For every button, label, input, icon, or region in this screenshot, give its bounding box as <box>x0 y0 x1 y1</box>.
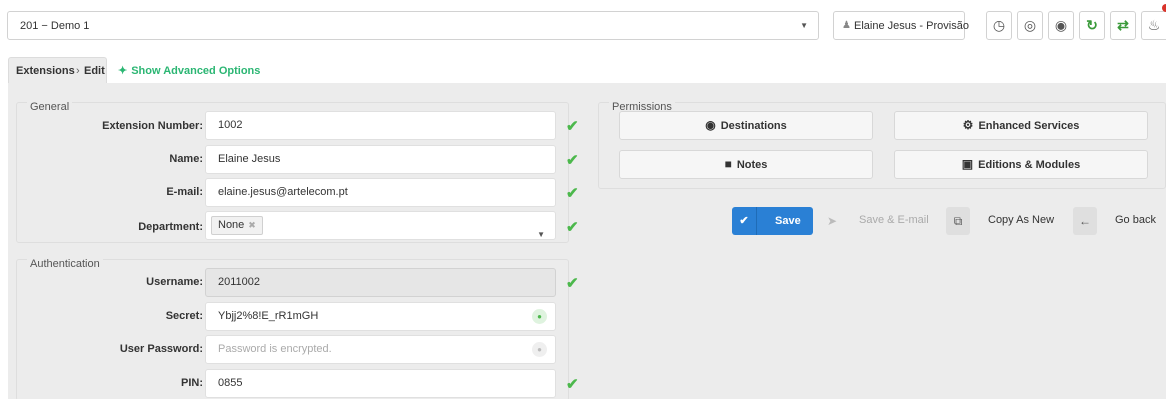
copy-icon: ⧉ <box>946 207 970 235</box>
tab-row: Extensions › Edit ✦ Show Advanced Options <box>0 57 1166 83</box>
user-menu-label: Elaine Jesus - Provisão <box>854 20 969 32</box>
save-email-button[interactable]: Save & E-mail <box>859 214 929 226</box>
globe-icon: ◉ <box>705 118 716 132</box>
show-advanced-options-label: Show Advanced Options <box>131 65 261 77</box>
secret-field[interactable]: Ybjj2%8!E_rR1mGH <box>205 302 556 331</box>
pin-value: 0855 <box>218 377 243 389</box>
gear-icon: ⚙ <box>962 118 974 132</box>
breadcrumb-current: Edit <box>84 65 105 77</box>
lock-icon[interactable]: ● <box>532 309 547 324</box>
wrench-icon: ✦ <box>118 65 128 77</box>
chevron-down-icon: ▼ <box>800 21 808 30</box>
sync-button[interactable]: ⇄ <box>1110 11 1136 40</box>
notes-label: Notes <box>736 159 768 171</box>
user-password-field[interactable]: Password is encrypted. <box>205 335 556 364</box>
breadcrumb-separator: › <box>76 65 80 77</box>
bell-icon: ♨ <box>1147 17 1161 33</box>
department-tag-label: None <box>218 219 245 231</box>
destinations-button[interactable]: ◉ Destinations <box>619 111 873 140</box>
copy-as-new-button[interactable]: Copy As New <box>988 214 1054 226</box>
editions-modules-button[interactable]: ▣ Editions & Modules <box>894 150 1148 179</box>
save-button[interactable]: ✔ Save <box>732 207 813 235</box>
check-icon: ✔ <box>566 152 579 169</box>
username-label: Username: <box>146 276 203 288</box>
check-icon: ✔ <box>566 185 579 202</box>
top-bar: 201 − Demo 1 ▼ ♟ Elaine Jesus - Provisão… <box>0 0 1166 50</box>
username-value: 2011002 <box>218 276 261 288</box>
extension-number-label: Extension Number: <box>102 120 203 132</box>
authentication-legend: Authentication <box>27 258 103 270</box>
enhanced-services-button[interactable]: ⚙ Enhanced Services <box>894 111 1148 140</box>
history-icon: ◷ <box>992 17 1006 33</box>
tab-extensions-edit[interactable]: Extensions › Edit <box>8 57 107 83</box>
department-tag[interactable]: None ✖ <box>211 216 263 235</box>
note-icon: ■ <box>724 157 732 171</box>
pin-label: PIN: <box>181 377 203 389</box>
email-field[interactable]: elaine.jesus@artelecom.pt <box>205 178 556 207</box>
name-label: Name: <box>169 153 203 165</box>
pin-field[interactable]: 0855 <box>205 369 556 398</box>
username-field: 2011002 <box>205 268 556 297</box>
notes-button[interactable]: ■ Notes <box>619 150 873 179</box>
check-icon: ✔ <box>566 118 579 135</box>
go-back-button[interactable]: Go back <box>1115 214 1156 226</box>
check-icon: ✔ <box>566 219 579 236</box>
chevron-down-icon: ▼ <box>537 230 545 239</box>
enhanced-services-label: Enhanced Services <box>978 120 1080 132</box>
destinations-label: Destinations <box>720 120 787 132</box>
globe-icon: ◉ <box>1054 17 1068 33</box>
extension-number-field[interactable]: 1002 <box>205 111 556 140</box>
reload-button[interactable]: ↻ <box>1079 11 1105 40</box>
user-menu-button[interactable]: ♟ Elaine Jesus - Provisão <box>833 11 969 40</box>
check-icon: ✔ <box>566 376 579 393</box>
user-password-label: User Password: <box>119 343 203 355</box>
show-advanced-options-link[interactable]: ✦ Show Advanced Options <box>118 64 260 77</box>
department-label: Department: <box>138 221 203 233</box>
notifications-button[interactable]: ♨ <box>1141 11 1166 40</box>
secret-label: Secret: <box>165 310 203 322</box>
general-legend: General <box>27 101 73 113</box>
check-icon: ✔ <box>732 207 757 235</box>
globe-button[interactable]: ◉ <box>1048 11 1074 40</box>
tenant-select-value: 201 − Demo 1 <box>20 20 90 32</box>
remove-icon[interactable]: ✖ <box>248 220 256 230</box>
lock-icon[interactable]: ● <box>532 342 547 357</box>
user-password-placeholder: Password is encrypted. <box>218 343 332 355</box>
support-icon: ◎ <box>1023 17 1037 33</box>
history-button[interactable]: ◷ <box>986 11 1012 40</box>
monitor-icon: ▣ <box>961 157 974 171</box>
email-label: E-mail: <box>166 186 203 198</box>
notification-badge <box>1162 4 1166 12</box>
arrow-left-icon: ← <box>1073 207 1097 235</box>
support-button[interactable]: ◎ <box>1017 11 1043 40</box>
name-value: Elaine Jesus <box>218 153 281 165</box>
department-select[interactable]: None ✖ ▼ <box>205 211 556 240</box>
main-panel: General Extension Number: 1002 ✔ Name: E… <box>8 83 1166 399</box>
check-icon: ✔ <box>566 275 579 292</box>
send-icon: ➤ <box>826 214 838 228</box>
user-icon: ♟ <box>842 20 851 31</box>
editions-modules-label: Editions & Modules <box>978 159 1081 171</box>
reload-icon: ↻ <box>1086 17 1098 33</box>
sync-icon: ⇄ <box>1117 17 1129 33</box>
tenant-select[interactable]: 201 − Demo 1 ▼ <box>7 11 819 40</box>
breadcrumb-root: Extensions <box>16 65 75 77</box>
name-field[interactable]: Elaine Jesus <box>205 145 556 174</box>
email-value: elaine.jesus@artelecom.pt <box>218 186 348 198</box>
extension-number-value: 1002 <box>218 119 243 131</box>
secret-value: Ybjj2%8!E_rR1mGH <box>218 310 319 322</box>
save-label: Save <box>775 215 801 227</box>
